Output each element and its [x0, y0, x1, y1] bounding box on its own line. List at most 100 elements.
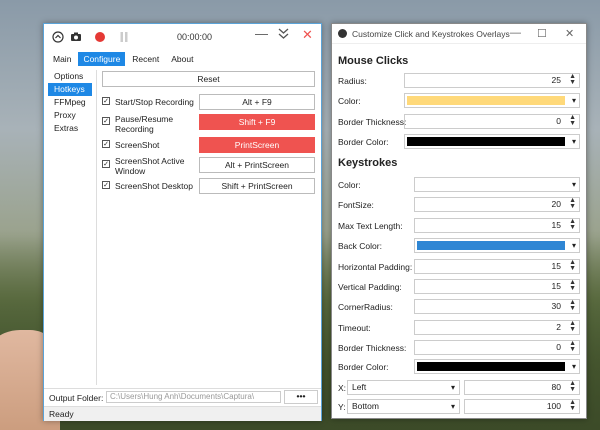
keys-border-color-picker[interactable]: ▾	[414, 359, 580, 374]
chevron-down-icon[interactable]: ▾	[451, 400, 455, 413]
sidebar-item-options[interactable]: Options	[48, 70, 92, 83]
captura-toolbar: 00:00:00 — ✕	[44, 24, 321, 50]
hotkey-key-button[interactable]: Shift + PrintScreen	[199, 178, 315, 194]
spinner-icon[interactable]: ▲ ▼	[569, 299, 576, 312]
spinner-icon[interactable]: ▲ ▼	[569, 340, 576, 353]
keys-color-row: Color: ▾	[338, 177, 582, 193]
window-title: Customize Click and Keystrokes Overlays	[352, 29, 510, 39]
y-label: Y:	[338, 402, 346, 412]
timeout-input[interactable]: 2 ▲ ▼	[414, 320, 580, 335]
keys-border-thickness-input[interactable]: 0 ▲ ▼	[414, 340, 580, 355]
close-icon[interactable]: ✕	[302, 27, 313, 43]
spinner-icon[interactable]: ▲ ▼	[569, 197, 576, 210]
menu-collapse-icon[interactable]	[52, 31, 64, 43]
chevron-down-icon[interactable]: ▾	[572, 241, 576, 250]
reset-button[interactable]: Reset	[102, 71, 315, 87]
y-value-input[interactable]: 100 ▲ ▼	[464, 399, 580, 414]
tab-about[interactable]: About	[166, 52, 198, 66]
hotkey-key-button[interactable]: Alt + PrintScreen	[199, 157, 315, 173]
color-swatch	[417, 241, 565, 250]
hotkey-label: ScreenShot	[115, 140, 160, 150]
border-thickness-label: Border Thickness:	[338, 117, 407, 127]
hotkey-checkbox[interactable]: ✓	[102, 160, 110, 168]
hotkey-checkbox[interactable]: ✓	[102, 117, 110, 125]
spinner-icon[interactable]: ▲ ▼	[569, 380, 576, 393]
hotkey-label: ScreenShot Active Window	[115, 156, 185, 176]
vpad-input[interactable]: 15 ▲ ▼	[414, 279, 580, 294]
pause-icon[interactable]	[118, 31, 130, 43]
hotkey-key-button[interactable]: Shift + F9	[199, 114, 315, 130]
tab-configure[interactable]: Configure	[78, 52, 126, 66]
camera-icon[interactable]	[70, 31, 82, 43]
sidebar-item-ffmpeg[interactable]: FFMpeg	[48, 96, 92, 109]
browse-button[interactable]: •••	[284, 390, 318, 404]
close-icon[interactable]: ✕	[565, 27, 574, 40]
color-swatch	[407, 137, 565, 146]
spinner-icon[interactable]: ▲ ▼	[569, 259, 576, 272]
hotkey-label: Start/Stop Recording	[115, 97, 194, 107]
max-text-value: 15	[551, 220, 561, 230]
mouse-color-row: Color: ▾	[338, 93, 582, 109]
chevron-down-icon[interactable]: ▾	[572, 180, 576, 189]
chevron-down-icon[interactable]: ▾	[572, 96, 576, 105]
spinner-icon[interactable]: ▲ ▼	[569, 114, 576, 127]
minimize-icon[interactable]: —	[510, 27, 521, 39]
hotkey-checkbox[interactable]: ✓	[102, 140, 110, 148]
spinner-icon[interactable]: ▲ ▼	[569, 320, 576, 333]
hotkey-row: ✓ Start/Stop Recording Alt + F9	[102, 94, 315, 112]
vpad-value: 15	[551, 281, 561, 291]
y-align-select[interactable]: Bottom ▾	[347, 399, 460, 414]
timeout-value: 2	[556, 322, 561, 332]
hpad-input[interactable]: 15 ▲ ▼	[414, 259, 580, 274]
corner-input[interactable]: 30 ▲ ▼	[414, 299, 580, 314]
spinner-icon[interactable]: ▲ ▼	[569, 279, 576, 292]
keys-border-thickness-row: Border Thickness: 0 ▲ ▼	[338, 340, 582, 356]
tab-recent[interactable]: Recent	[127, 52, 164, 66]
keys-border-color-row: Border Color: ▾	[338, 359, 582, 375]
max-text-input[interactable]: 15 ▲ ▼	[414, 218, 580, 233]
minimize-icon[interactable]: —	[255, 26, 268, 41]
hotkey-key-button[interactable]: Alt + F9	[199, 94, 315, 110]
tab-main[interactable]: Main	[48, 52, 76, 66]
recording-timer: 00:00:00	[177, 32, 213, 42]
spinner-icon[interactable]: ▲ ▼	[569, 218, 576, 231]
sidebar-item-hotkeys[interactable]: Hotkeys	[48, 83, 92, 96]
sidebar-item-proxy[interactable]: Proxy	[48, 109, 92, 122]
hotkey-row: ✓ ScreenShot Desktop Shift + PrintScreen	[102, 178, 315, 196]
max-text-row: Max Text Length: 15 ▲ ▼	[338, 218, 582, 234]
radius-input[interactable]: 25 ▲ ▼	[404, 73, 580, 88]
hotkey-checkbox[interactable]: ✓	[102, 181, 110, 189]
x-value: 80	[551, 382, 561, 392]
keys-border-thickness-value: 0	[556, 342, 561, 352]
hotkey-label: Pause/Resume Recording	[115, 114, 174, 134]
x-value-input[interactable]: 80 ▲ ▼	[464, 380, 580, 395]
overlay-window: Customize Click and Keystrokes Overlays …	[331, 23, 587, 419]
border-thickness-input[interactable]: 0 ▲ ▼	[404, 114, 580, 129]
output-folder-input[interactable]: C:\Users\Hung Anh\Documents\Captura\	[106, 391, 281, 403]
double-chevron-down-icon[interactable]	[278, 28, 289, 42]
hotkey-checkbox[interactable]: ✓	[102, 97, 110, 105]
sidebar-item-extras[interactable]: Extras	[48, 122, 92, 135]
chevron-down-icon[interactable]: ▾	[451, 381, 455, 394]
chevron-down-icon[interactable]: ▾	[572, 362, 576, 371]
spinner-icon[interactable]: ▲ ▼	[569, 73, 576, 86]
record-icon[interactable]	[94, 31, 106, 43]
radius-label: Radius:	[338, 76, 367, 86]
chevron-down-icon[interactable]: ▾	[572, 137, 576, 146]
hotkey-key-button[interactable]: PrintScreen	[199, 137, 315, 153]
color-swatch	[417, 362, 565, 371]
keys-color-picker[interactable]: ▾	[414, 177, 580, 192]
sidebar-divider	[96, 70, 97, 385]
x-align-select[interactable]: Left ▾	[347, 380, 460, 395]
hpad-label: Horizontal Padding:	[338, 262, 413, 272]
mouse-border-thickness-row: Border Thickness: 0 ▲ ▼	[338, 114, 582, 130]
mouse-border-color-picker[interactable]: ▾	[404, 134, 580, 149]
maximize-icon[interactable]: ☐	[537, 27, 547, 40]
spinner-icon[interactable]: ▲ ▼	[569, 399, 576, 412]
back-color-picker[interactable]: ▾	[414, 238, 580, 253]
captura-window: 00:00:00 — ✕ Main Configure Recent About…	[43, 23, 322, 421]
fontsize-input[interactable]: 20 ▲ ▼	[414, 197, 580, 212]
mouse-color-picker[interactable]: ▾	[404, 93, 580, 108]
main-tabs: Main Configure Recent About	[48, 52, 200, 66]
fontsize-value: 20	[551, 199, 561, 209]
